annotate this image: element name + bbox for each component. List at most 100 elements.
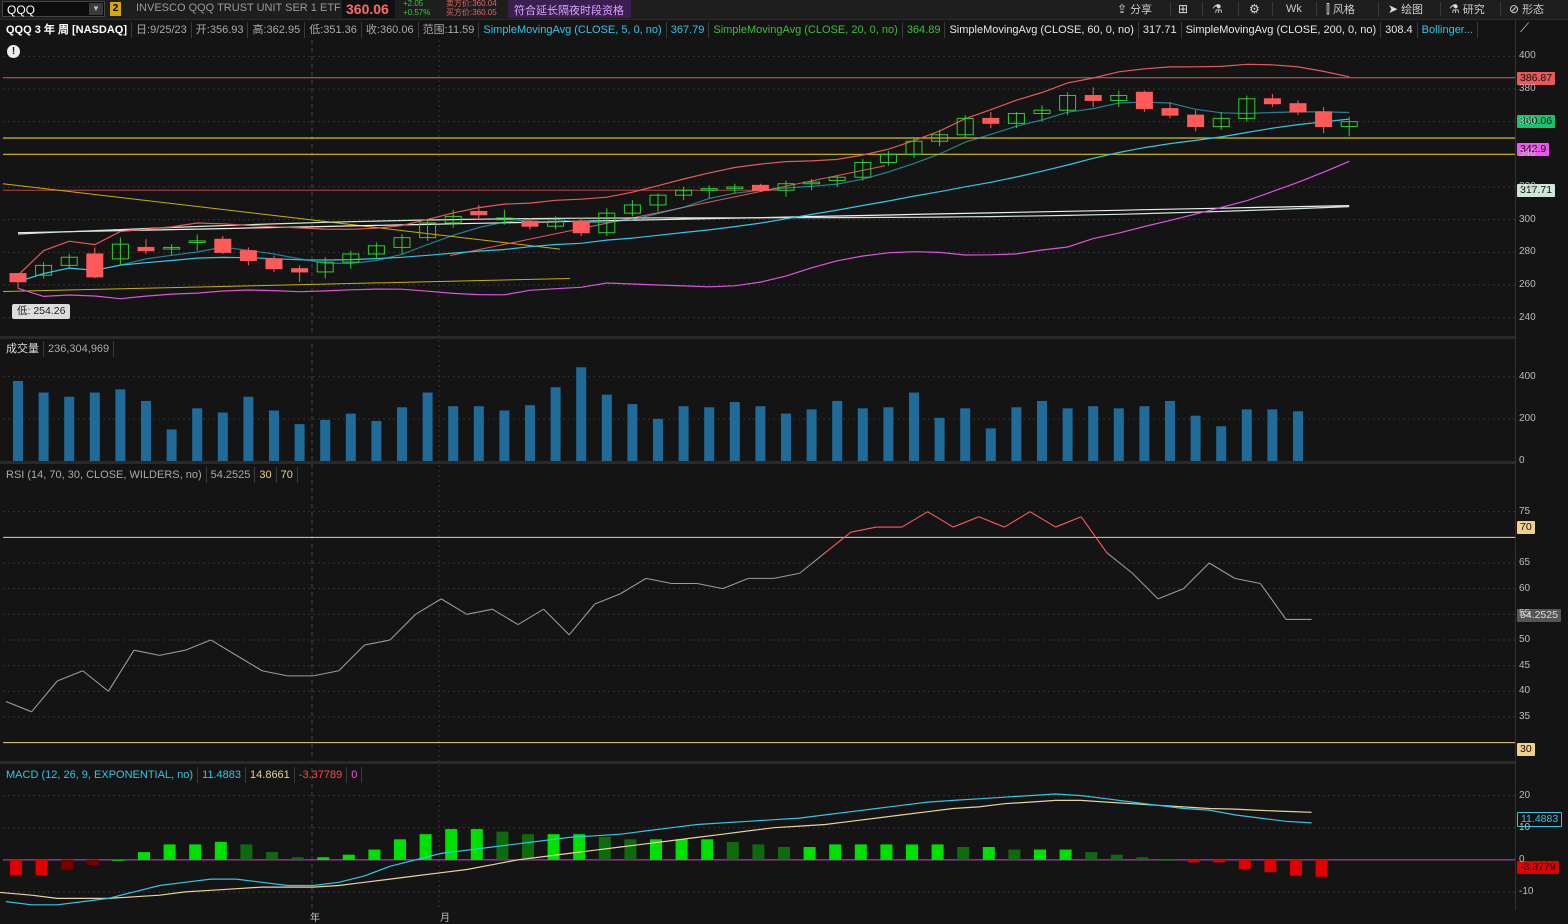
candle-body <box>214 238 232 253</box>
bollinger-label[interactable]: Bollinger... <box>1418 22 1479 38</box>
rsi-line-segment <box>1004 511 1031 528</box>
candle-body <box>1135 91 1153 110</box>
macd-histogram-bar <box>470 829 483 860</box>
volume-bar <box>141 400 151 461</box>
macd-histogram-bar <box>1162 859 1174 861</box>
rsi-axis-tick: 65 <box>1519 556 1531 568</box>
volume-bar <box>166 429 177 461</box>
rsi-line-segment <box>338 644 365 672</box>
volume-axis-tick: 0 <box>1519 455 1525 466</box>
volume-bar <box>1241 409 1252 461</box>
macd-legend: MACD (12, 26, 9, EXPONENTIAL, no) 11.488… <box>2 766 363 784</box>
volume-bar <box>1139 406 1150 461</box>
macd-histogram-bar <box>86 859 99 865</box>
rsi-oversold: 30 <box>255 467 277 483</box>
rsi-overbought: 70 <box>277 467 298 483</box>
rsi-line-segment <box>364 639 391 646</box>
rsi-axis-tick: 45 <box>1519 659 1531 671</box>
candle-body <box>1161 108 1179 116</box>
rsi-line-segment <box>1234 577 1261 585</box>
bollinger-lower-line <box>17 160 1350 300</box>
rsi-line-segment <box>1157 588 1184 600</box>
alert-icon[interactable]: ! <box>7 45 20 58</box>
candle-body <box>1315 111 1333 128</box>
rsi-title[interactable]: RSI (14, 70, 30, CLOSE, WILDERS, no) <box>2 467 207 483</box>
macd-histogram-bar <box>880 844 893 860</box>
rsi-line-segment <box>620 577 647 595</box>
volume-bar <box>934 417 945 461</box>
macd-histogram-bar <box>1136 857 1149 860</box>
rsi-line-segment <box>389 613 416 641</box>
macd-value: 11.4883 <box>198 767 247 783</box>
rsi-line-segment <box>184 639 212 651</box>
macd-histogram-bar <box>214 841 227 860</box>
volume-bar <box>269 410 279 461</box>
rsi-axis-tick: 40 <box>1519 685 1531 697</box>
macd-histogram-bar <box>1315 859 1328 877</box>
rsi-axis-tick: 35 <box>1519 710 1531 722</box>
volume-bar <box>550 387 561 461</box>
x-label-month: 月 <box>440 913 450 924</box>
panel-divider[interactable] <box>0 461 1515 464</box>
volume-bar <box>704 407 715 461</box>
macd-histogram-bar <box>675 839 688 860</box>
rsi-line-segment <box>594 593 621 605</box>
panel-divider[interactable] <box>0 336 1515 339</box>
drawing-tool-icon[interactable]: ⟋ <box>1520 20 1536 38</box>
macd-histogram-bar <box>1238 859 1251 870</box>
volume-bar <box>1037 400 1047 461</box>
macd-histogram-bar <box>906 844 918 860</box>
macd-histogram-bar <box>1059 849 1072 860</box>
macd-axis-tick: 0 <box>1519 853 1525 865</box>
macd-histogram-bar <box>1085 852 1098 860</box>
volume-bar <box>627 404 638 461</box>
macd-title[interactable]: MACD (12, 26, 9, EXPONENTIAL, no) <box>2 767 199 783</box>
price-axis-tick: 320 <box>1519 181 1536 192</box>
volume-bar <box>192 408 203 461</box>
rsi-line-segment <box>133 649 160 656</box>
macd-histogram-bar <box>35 859 48 876</box>
volume-legend: 成交量 236,304,969 <box>2 340 115 358</box>
macd-histogram-bar <box>1110 854 1123 860</box>
price-axis-tick: 260 <box>1519 279 1536 290</box>
rsi-line-segment <box>978 516 1005 528</box>
candle-body <box>470 211 488 216</box>
volume-bar <box>729 402 740 461</box>
candle-body <box>239 250 257 261</box>
volume-bar <box>217 412 228 461</box>
macd-histogram-bar <box>1213 859 1226 863</box>
price-axis-tick: 380 <box>1519 83 1536 94</box>
macd-histogram-bar <box>957 847 970 860</box>
x-label-year: 年 <box>310 913 320 924</box>
candle-body <box>291 268 309 273</box>
rsi-axis-tick: 60 <box>1519 582 1531 594</box>
sma60-label[interactable]: SimpleMovingAvg (CLOSE, 60, 0, no) <box>945 22 1139 38</box>
macd-histogram-bar <box>624 839 637 860</box>
volume-bar <box>960 408 971 461</box>
volume-bar <box>115 389 126 461</box>
panel-divider[interactable] <box>0 761 1515 764</box>
sma200-label[interactable]: SimpleMovingAvg (CLOSE, 200, 0, no) <box>1182 22 1382 38</box>
macd-histogram-bar <box>1034 849 1046 860</box>
volume-bar <box>601 394 612 461</box>
macd-histogram-bar <box>1187 859 1200 863</box>
rsi-line-segment <box>1208 562 1236 579</box>
rsi-line-segment <box>517 608 544 626</box>
macd-histogram-bar <box>317 857 330 860</box>
low-price-bubble: 低: 254.26 <box>12 304 71 319</box>
volume-bar <box>1267 409 1278 461</box>
bar-close: 收:360.06 <box>362 22 419 38</box>
rsi-line-segment <box>5 701 32 713</box>
volume-bar <box>1113 408 1124 461</box>
rsi-line-segment <box>159 649 186 656</box>
sma5-label[interactable]: SimpleMovingAvg (CLOSE, 5, 0, no) <box>479 22 667 38</box>
sma200-line <box>17 205 1350 234</box>
volume-bar <box>1088 406 1099 461</box>
volume-bar <box>1293 411 1303 461</box>
sma20-label[interactable]: SimpleMovingAvg (CLOSE, 20, 0, no) <box>709 22 903 38</box>
rsi-line-segment <box>440 598 468 615</box>
rsi-value: 54.2525 <box>207 467 256 483</box>
macd-histogram-bar <box>1290 859 1302 876</box>
candle-body <box>1289 103 1307 113</box>
candle-body <box>265 258 283 270</box>
